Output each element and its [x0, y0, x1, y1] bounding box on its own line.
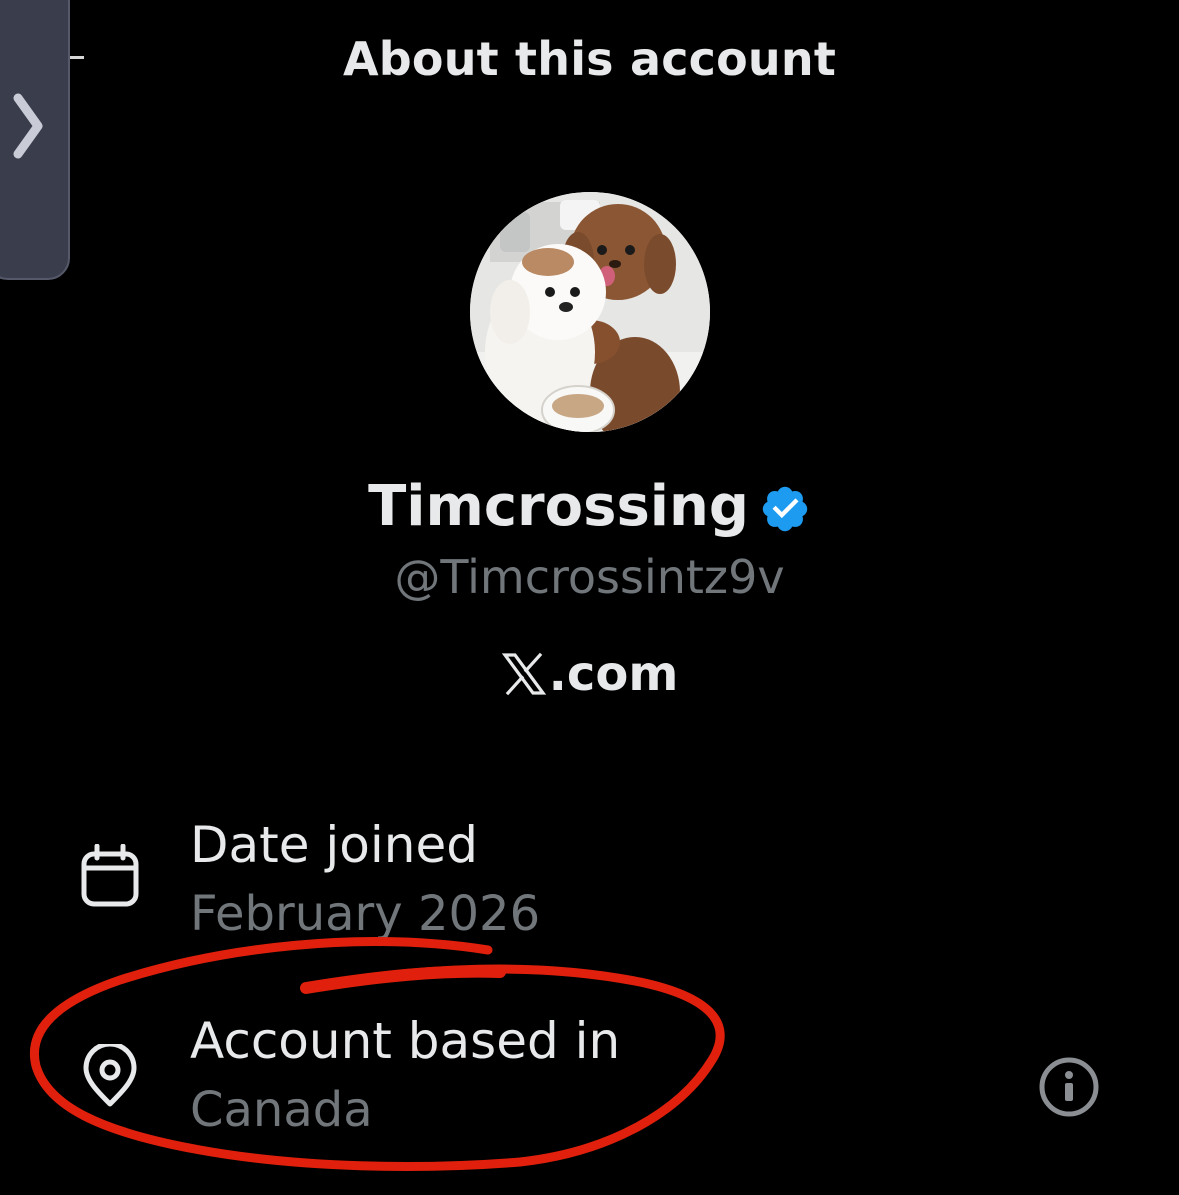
chevron-right-icon [13, 93, 43, 159]
x-logo-icon [501, 652, 546, 696]
location-pin-icon [83, 1044, 137, 1107]
account-based-in-row: Account based in Canada [0, 1012, 1179, 1152]
calendar-icon [81, 844, 139, 907]
date-joined-value: February 2026 [190, 886, 541, 942]
date-joined-row: Date joined February 2026 [0, 816, 1179, 956]
account-based-in-label: Account based in [190, 1012, 621, 1070]
info-icon[interactable] [1038, 1056, 1100, 1118]
connected-via-row: .com [0, 646, 1179, 702]
profile-handle: @Timcrossintz9v [394, 550, 785, 604]
date-joined-label: Date joined [190, 816, 478, 874]
verified-badge-icon[interactable] [759, 483, 811, 535]
avatar-image [470, 192, 710, 432]
avatar[interactable] [470, 192, 710, 432]
account-based-in-value: Canada [190, 1082, 373, 1138]
page-title: About this account [342, 32, 837, 86]
source-domain-label: .com [548, 646, 679, 702]
display-name: Timcrossing [368, 474, 749, 539]
profile-name-row: Timcrossing [0, 474, 1179, 539]
